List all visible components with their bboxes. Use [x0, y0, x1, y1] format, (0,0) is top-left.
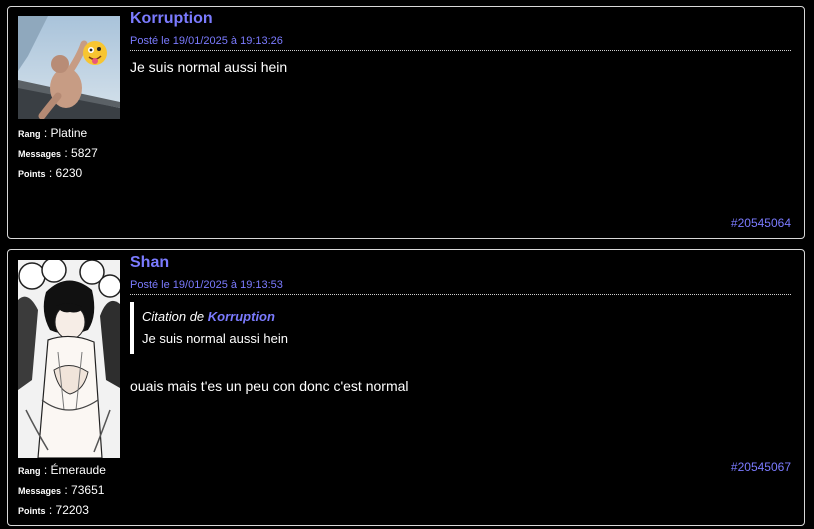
post-text: Je suis normal aussi hein: [130, 59, 288, 75]
user-stats: Rang : Émeraude Messages : 73651 Points …: [18, 461, 106, 521]
messages-label: Messages: [18, 486, 62, 496]
author-link[interactable]: Shan: [130, 253, 791, 273]
messages-value: 5827: [71, 146, 98, 160]
forum-post: Rang : Platine Messages : 5827 Points : …: [7, 6, 805, 239]
user-avatar[interactable]: [18, 260, 120, 458]
messages-row: Messages : 73651: [18, 483, 105, 497]
points-label: Points: [18, 506, 46, 516]
avatar-image: [18, 260, 120, 458]
post-date: Posté le 19/01/2025 à 19:13:26: [130, 34, 791, 51]
points-row: Points : 72203: [18, 503, 89, 517]
post-permalink[interactable]: #20545067: [731, 460, 791, 474]
rank-row: Rang : Émeraude: [18, 463, 106, 477]
forum-post: Rang : Émeraude Messages : 73651 Points …: [7, 249, 805, 526]
messages-row: Messages : 5827: [18, 146, 98, 160]
messages-label: Messages: [18, 149, 62, 159]
post-date: Posté le 19/01/2025 à 19:13:53: [130, 278, 791, 295]
quote-prefix: Citation de: [142, 309, 205, 324]
rank-label: Rang: [18, 129, 41, 139]
quote-author-link[interactable]: Korruption: [208, 309, 275, 324]
quote-header: Citation de Korruption: [142, 308, 791, 325]
post-content: Korruption Posté le 19/01/2025 à 19:13:2…: [130, 9, 791, 76]
points-value: 72203: [55, 503, 89, 517]
post-content: Shan Posté le 19/01/2025 à 19:13:53 Cita…: [130, 253, 791, 395]
rank-row: Rang : Platine: [18, 126, 88, 140]
messages-value: 73651: [71, 483, 105, 497]
rank-label: Rang: [18, 466, 41, 476]
points-value: 6230: [55, 166, 83, 180]
quote-block: Citation de Korruption Je suis normal au…: [130, 302, 791, 354]
rank-value: Émeraude: [50, 463, 106, 477]
user-avatar[interactable]: [18, 16, 120, 119]
rank-value: Platine: [50, 126, 88, 140]
post-permalink[interactable]: #20545064: [731, 216, 791, 230]
author-link[interactable]: Korruption: [130, 9, 791, 29]
points-label: Points: [18, 169, 46, 179]
post-text: ouais mais t'es un peu con donc c'est no…: [130, 378, 409, 394]
user-stats: Rang : Platine Messages : 5827 Points : …: [18, 124, 98, 184]
avatar-image: [18, 16, 120, 119]
quote-text: Je suis normal aussi hein: [142, 331, 288, 346]
points-row: Points : 6230: [18, 166, 83, 180]
